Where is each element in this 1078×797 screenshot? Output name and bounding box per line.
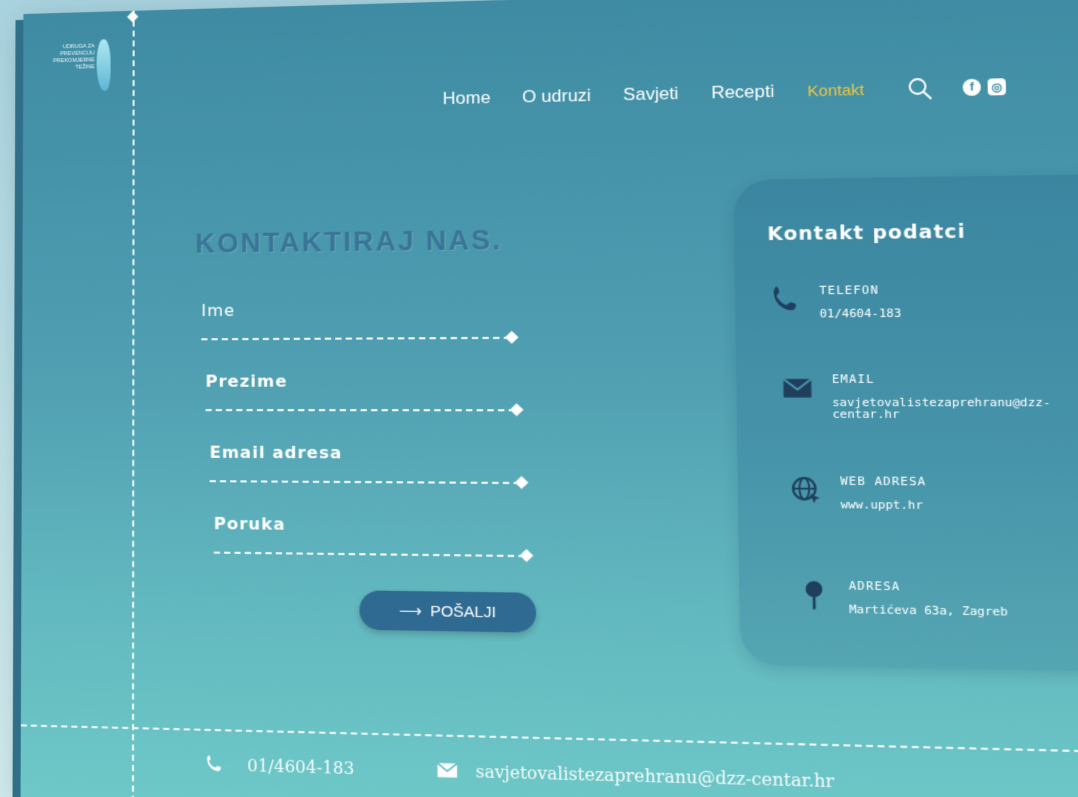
field-underline (201, 336, 511, 341)
contact-item-key: ADRESA (848, 578, 901, 594)
mail-icon (437, 762, 458, 778)
field-underline (205, 409, 516, 412)
nav-item-o-udruzi[interactable]: O udruzi (522, 86, 591, 108)
main-nav: Home O udruzi Savjeti Recepti Kontakt f … (443, 71, 1078, 112)
guide-line-vertical (131, 10, 135, 797)
field-underline (213, 551, 525, 558)
globe-icon (789, 474, 820, 504)
nav-item-savjeti[interactable]: Savjeti (623, 84, 678, 106)
logo-figure-icon (96, 39, 111, 91)
contact-item-phone: TELEFON 01/4604-183 (768, 282, 1070, 321)
message-field[interactable]: Poruka (213, 513, 540, 558)
field-underline (209, 480, 520, 485)
instagram-icon[interactable]: ◎ (987, 78, 1007, 96)
footer-phone[interactable]: 01/4604-183 (247, 755, 354, 778)
contact-item-value[interactable]: savjetovalistezaprehranu@dzz-centar.hr (832, 396, 1078, 422)
field-label: Poruka (213, 513, 286, 534)
send-button-label: POŠALJI (430, 602, 497, 621)
contact-item-key: WEB ADRESA (840, 474, 927, 489)
nav-item-recepti[interactable]: Recepti (711, 81, 775, 103)
contact-card-title: Kontakt podatci (767, 220, 966, 246)
footer-email[interactable]: savjetovalistezaprehranu@dzz-centar.hr (475, 761, 834, 791)
social-links: f ◎ (962, 78, 1007, 97)
contact-item-email: EMAIL savjetovalistezaprehranu@dzz-centa… (781, 372, 1078, 421)
mail-icon (781, 372, 815, 398)
name-field[interactable]: Ime (201, 299, 525, 341)
footer: 01/4604-183 savjetovalistezaprehranu@dzz… (204, 753, 1078, 797)
contact-item-web: WEB ADRESA www.uppt.hr (789, 474, 1078, 512)
contact-item-value[interactable]: 01/4604-183 (820, 306, 1070, 320)
guide-marker (126, 11, 139, 23)
nav-item-kontakt[interactable]: Kontakt (807, 81, 864, 100)
contact-item-value[interactable]: Martićeva 63a, Zagreb (849, 602, 1078, 620)
page-title: KONTAKTIRAJ NAS. (195, 224, 503, 259)
contact-item-address: ADRESA Martićeva 63a, Zagreb (797, 578, 1078, 619)
field-label: Ime (201, 300, 236, 321)
pin-icon (805, 581, 823, 611)
phone-icon (207, 755, 221, 772)
search-icon[interactable] (906, 76, 933, 102)
email-field[interactable]: Email adresa (210, 443, 535, 485)
logo-text: UDRUGA ZA PREVENCIJU PREKOMJERNE TEŽINE (53, 43, 95, 71)
logo[interactable]: UDRUGA ZA PREVENCIJU PREKOMJERNE TEŽINE (41, 39, 111, 100)
facebook-icon[interactable]: f (962, 78, 982, 97)
phone-icon (773, 286, 797, 311)
contact-item-key: EMAIL (831, 372, 875, 387)
surname-field[interactable]: Prezime (205, 371, 530, 412)
contact-item-value[interactable]: www.uppt.hr (841, 498, 1078, 513)
field-label: Prezime (205, 371, 288, 391)
arrow-right-icon: ⟶ (398, 602, 422, 621)
contact-info-card: Kontakt podatci TELEFON 01/4604-183 EMAI… (733, 172, 1078, 674)
guide-line-horizontal (20, 724, 1078, 755)
nav-item-home[interactable]: Home (443, 88, 491, 109)
send-button[interactable]: ⟶ POŠALJI (359, 590, 537, 633)
page-panel: UDRUGA ZA PREVENCIJU PREKOMJERNE TEŽINE … (20, 0, 1078, 797)
contact-item-key: TELEFON (819, 283, 880, 298)
field-label: Email adresa (209, 442, 343, 463)
